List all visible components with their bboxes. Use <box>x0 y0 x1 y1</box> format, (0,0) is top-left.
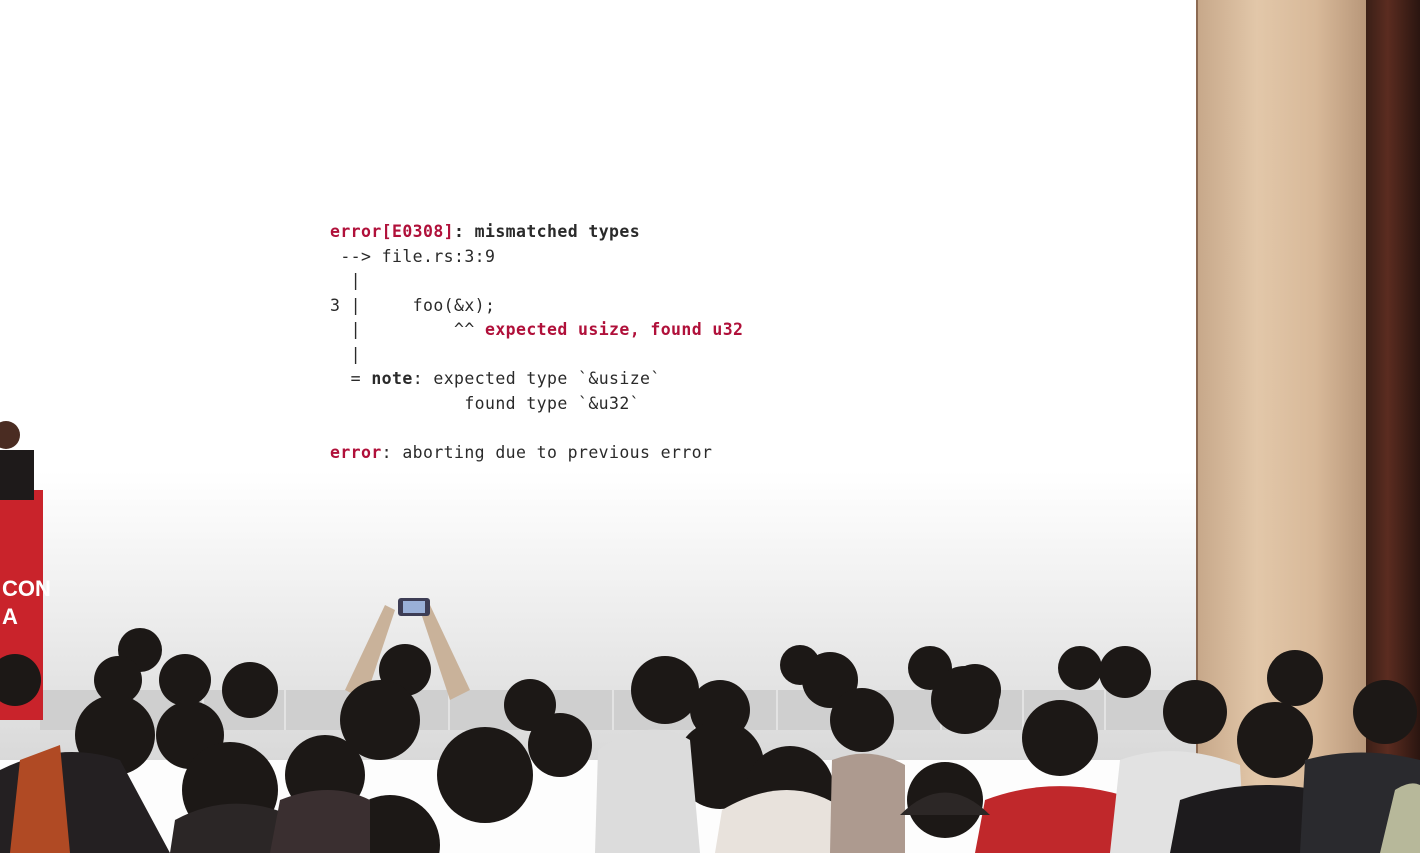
audience <box>0 598 1420 853</box>
